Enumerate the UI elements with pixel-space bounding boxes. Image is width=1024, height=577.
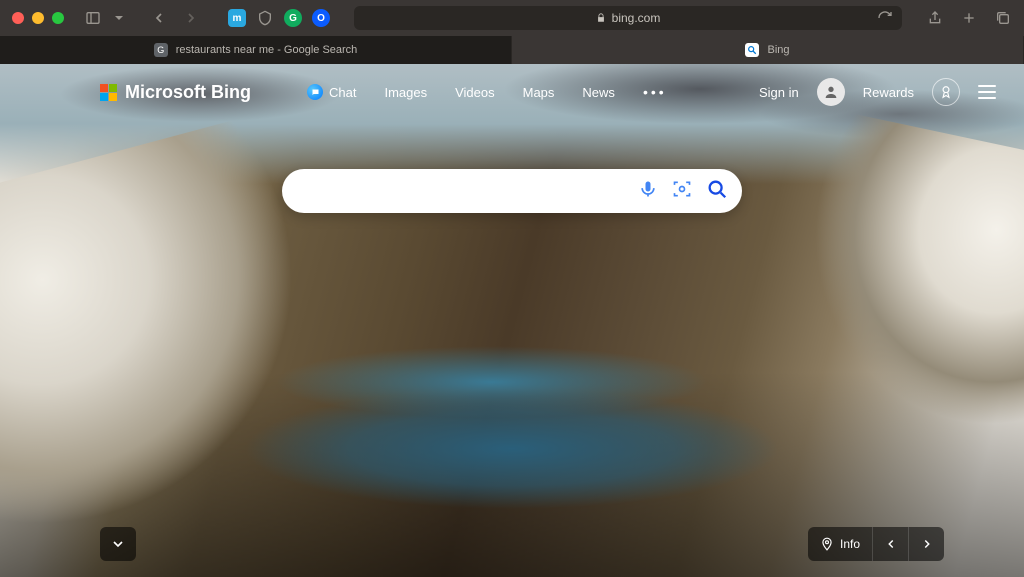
tab-label: Bing: [767, 44, 789, 56]
bing-header: Microsoft Bing Chat Images Videos Maps N…: [0, 64, 1024, 120]
nav-maps[interactable]: Maps: [523, 85, 555, 100]
chevron-left-icon: [884, 537, 898, 551]
nav-images[interactable]: Images: [384, 85, 427, 100]
tabs-overview-icon[interactable]: [994, 9, 1012, 27]
nav-label: Chat: [329, 85, 356, 100]
image-info-bar: Info: [808, 527, 944, 561]
bing-favicon-icon: [745, 43, 759, 57]
extensions-group: m G O: [228, 9, 330, 27]
browser-toolbar: m G O bing.com: [0, 0, 1024, 36]
close-window-button[interactable]: [12, 12, 24, 24]
tab-google-search[interactable]: G restaurants near me - Google Search: [0, 36, 512, 64]
minimize-window-button[interactable]: [32, 12, 44, 24]
nav-news[interactable]: News: [582, 85, 615, 100]
chat-icon: [307, 84, 323, 100]
logo-text: Microsoft Bing: [125, 82, 251, 103]
next-image-button[interactable]: [908, 527, 944, 561]
tab-label: restaurants near me - Google Search: [176, 44, 358, 56]
back-button-icon[interactable]: [150, 9, 168, 27]
share-icon[interactable]: [926, 9, 944, 27]
google-favicon-icon: G: [154, 43, 168, 57]
rewards-link[interactable]: Rewards: [863, 85, 914, 100]
extension-1-icon[interactable]: m: [228, 9, 246, 27]
expand-feed-button[interactable]: [100, 527, 136, 561]
voice-search-icon[interactable]: [638, 179, 658, 204]
location-pin-icon: [820, 537, 834, 551]
chevron-down-icon: [110, 536, 126, 552]
info-label: Info: [840, 537, 860, 551]
extension-2-icon[interactable]: G: [284, 9, 302, 27]
window-controls: [12, 12, 64, 24]
new-tab-icon[interactable]: [960, 9, 978, 27]
header-right: Sign in Rewards: [759, 78, 996, 106]
tab-bar: G restaurants near me - Google Search Bi…: [0, 36, 1024, 64]
search-submit-icon[interactable]: [706, 178, 728, 205]
search-box[interactable]: [282, 169, 742, 213]
reload-icon[interactable]: [876, 9, 894, 27]
prev-image-button[interactable]: [872, 527, 908, 561]
nav-label: Images: [384, 85, 427, 100]
tab-bing[interactable]: Bing: [512, 36, 1024, 64]
address-bar[interactable]: bing.com: [354, 6, 902, 30]
nav-chat[interactable]: Chat: [307, 84, 356, 100]
microsoft-bing-logo[interactable]: Microsoft Bing: [100, 82, 251, 103]
nav-label: Maps: [523, 85, 555, 100]
sidebar-toggle-icon[interactable]: [84, 9, 102, 27]
visual-search-icon[interactable]: [672, 179, 692, 204]
page-content: Microsoft Bing Chat Images Videos Maps N…: [0, 64, 1024, 577]
nav-label: News: [582, 85, 615, 100]
chevron-right-icon: [920, 537, 934, 551]
search-input[interactable]: [302, 183, 638, 200]
forward-button-icon[interactable]: [182, 9, 200, 27]
nav-label: Videos: [455, 85, 495, 100]
url-text: bing.com: [612, 11, 661, 25]
extension-3-icon[interactable]: O: [312, 9, 330, 27]
shield-icon[interactable]: [256, 9, 274, 27]
nav-more[interactable]: •••: [643, 84, 667, 100]
avatar-icon[interactable]: [817, 78, 845, 106]
lock-icon: [596, 13, 606, 23]
hamburger-menu-icon[interactable]: [978, 85, 996, 99]
maximize-window-button[interactable]: [52, 12, 64, 24]
info-button[interactable]: Info: [808, 537, 872, 551]
tab-overview-dropdown-icon[interactable]: [110, 9, 128, 27]
rewards-icon[interactable]: [932, 78, 960, 106]
signin-link[interactable]: Sign in: [759, 85, 799, 100]
nav-videos[interactable]: Videos: [455, 85, 495, 100]
nav-links: Chat Images Videos Maps News •••: [307, 84, 667, 100]
microsoft-logo-icon: [100, 84, 117, 101]
